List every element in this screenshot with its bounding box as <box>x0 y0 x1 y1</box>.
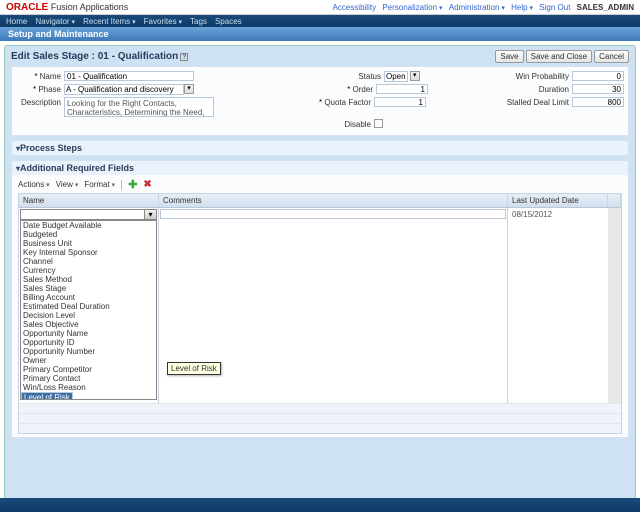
disable-label: Disable <box>314 119 374 129</box>
grid-scrollbar[interactable] <box>608 208 621 403</box>
toolbar: Actions View Format ✚ ✖ <box>18 178 622 191</box>
dropdown-option[interactable]: Owner <box>21 356 156 365</box>
winprob-field[interactable] <box>572 71 624 81</box>
status-label: Status <box>324 71 384 81</box>
additional-fields-section: Additional Required Fields Actions View … <box>11 160 629 438</box>
menu-spaces[interactable]: Spaces <box>215 17 242 26</box>
dropdown-option[interactable]: Opportunity Name <box>21 329 156 338</box>
dropdown-option[interactable]: Key Internal Sponsor <box>21 248 156 257</box>
help-icon[interactable]: ? <box>180 53 188 61</box>
panel-title-text: Edit Sales Stage : 01 - Qualification <box>11 51 178 62</box>
phase-label: Phase <box>16 84 64 94</box>
brand-product: Fusion Applications <box>51 2 129 12</box>
toolbar-separator <box>121 180 122 190</box>
dropdown-option[interactable]: Decision Level <box>21 311 156 320</box>
cancel-button[interactable]: Cancel <box>594 50 629 63</box>
comments-input[interactable] <box>160 209 506 219</box>
status-dropdown-button[interactable]: ▾ <box>410 71 420 81</box>
name-field[interactable] <box>64 71 194 81</box>
col-comments[interactable]: Comments <box>159 194 508 207</box>
brand-vendor: ORACLE <box>6 2 48 13</box>
dropdown-option[interactable]: Billing Account <box>21 293 156 302</box>
toolbar-format[interactable]: Format <box>84 180 115 189</box>
delete-icon[interactable]: ✖ <box>143 179 151 190</box>
menu-tags[interactable]: Tags <box>190 17 207 26</box>
link-signout[interactable]: Sign Out <box>539 3 570 12</box>
dropdown-option[interactable]: Currency <box>21 266 156 275</box>
col-last-updated[interactable]: Last Updated Date <box>508 194 608 207</box>
footer <box>0 498 640 512</box>
header-links: Accessibility Personalization Administra… <box>329 3 634 12</box>
dropdown-option[interactable]: Opportunity Number <box>21 347 156 356</box>
save-close-button[interactable]: Save and Close <box>526 50 592 63</box>
menubar: Home Navigator Recent Items Favorites Ta… <box>0 15 640 27</box>
grid-header: Name Comments Last Updated Date <box>19 194 621 208</box>
stalled-label: Stalled Deal Limit <box>502 97 572 107</box>
dropdown-option[interactable]: Win/Loss Reason <box>21 383 156 392</box>
dropdown-option[interactable]: Sales Method <box>21 275 156 284</box>
dropdown-option[interactable]: Sales Stage <box>21 284 156 293</box>
grid-blank-area <box>19 403 621 413</box>
name-dropdown-list[interactable]: Date Budget AvailableBudgetedBusiness Un… <box>20 220 157 400</box>
tooltip: Level of Risk <box>167 362 221 375</box>
stalled-field[interactable] <box>572 97 624 107</box>
dropdown-option[interactable]: Primary Competitor <box>21 365 156 374</box>
dropdown-option[interactable]: Level of Risk <box>21 392 73 400</box>
order-label: Order <box>316 84 376 94</box>
link-personalization[interactable]: Personalization <box>382 3 442 12</box>
quota-field[interactable] <box>374 97 426 107</box>
link-administration[interactable]: Administration <box>449 3 505 12</box>
phase-value: A - Qualification and discovery <box>64 84 184 95</box>
quota-label: Quota Factor <box>314 97 374 107</box>
dropdown-option[interactable]: Channel <box>21 257 156 266</box>
panel-title: Edit Sales Stage : 01 - Qualification? <box>11 51 188 62</box>
dropdown-option[interactable]: Budgeted <box>21 230 156 239</box>
dropdown-option[interactable]: Opportunity ID <box>21 338 156 347</box>
desc-label: Description <box>16 97 64 107</box>
dropdown-option[interactable]: Estimated Deal Duration <box>21 302 156 311</box>
link-accessibility[interactable]: Accessibility <box>333 3 377 12</box>
process-steps-header[interactable]: Process Steps <box>12 141 628 155</box>
fields-grid: Name Comments Last Updated Date ▾ Date B… <box>18 193 622 434</box>
link-help[interactable]: Help <box>511 3 533 12</box>
menu-navigator[interactable]: Navigator <box>35 17 75 26</box>
phase-dropdown-button[interactable]: ▾ <box>184 84 194 94</box>
menu-favorites[interactable]: Favorites <box>144 17 182 26</box>
desc-field[interactable]: Looking for the Right Contacts, Characte… <box>64 97 214 117</box>
duration-field[interactable] <box>572 84 624 94</box>
last-updated-value: 08/15/2012 <box>508 208 608 403</box>
form: Name StatusOpen ▾ Win Probability PhaseA… <box>11 66 629 136</box>
order-field[interactable] <box>376 84 428 94</box>
dropdown-option[interactable]: Sales Objective <box>21 320 156 329</box>
toolbar-actions[interactable]: Actions <box>18 180 50 189</box>
status-value: Open <box>384 71 408 82</box>
duration-label: Duration <box>502 84 572 94</box>
grid-blank-area <box>19 423 621 433</box>
additional-fields-header[interactable]: Additional Required Fields <box>12 161 628 175</box>
add-icon[interactable]: ✚ <box>128 178 137 191</box>
dropdown-option[interactable]: Primary Contact <box>21 374 156 383</box>
col-scroll-spacer <box>608 194 621 207</box>
winprob-label: Win Probability <box>502 71 572 81</box>
grid-blank-area <box>19 413 621 423</box>
process-steps-section: Process Steps <box>11 140 629 156</box>
menu-home[interactable]: Home <box>6 17 27 26</box>
dropdown-option[interactable]: Business Unit <box>21 239 156 248</box>
page-title: Setup and Maintenance <box>0 27 640 41</box>
brand: ORACLE Fusion Applications <box>6 2 128 13</box>
name-dropdown[interactable]: ▾ <box>20 209 157 220</box>
user-label: SALES_ADMIN <box>577 3 634 12</box>
toolbar-view[interactable]: View <box>56 180 79 189</box>
save-button[interactable]: Save <box>495 50 523 63</box>
edit-panel: Edit Sales Stage : 01 - Qualification? S… <box>4 45 636 505</box>
chevron-down-icon[interactable]: ▾ <box>144 210 156 219</box>
disable-checkbox[interactable] <box>374 119 383 128</box>
dropdown-option[interactable]: Date Budget Available <box>21 221 156 230</box>
col-name[interactable]: Name <box>19 194 159 207</box>
menu-recent[interactable]: Recent Items <box>83 17 136 26</box>
name-label: Name <box>16 71 64 81</box>
